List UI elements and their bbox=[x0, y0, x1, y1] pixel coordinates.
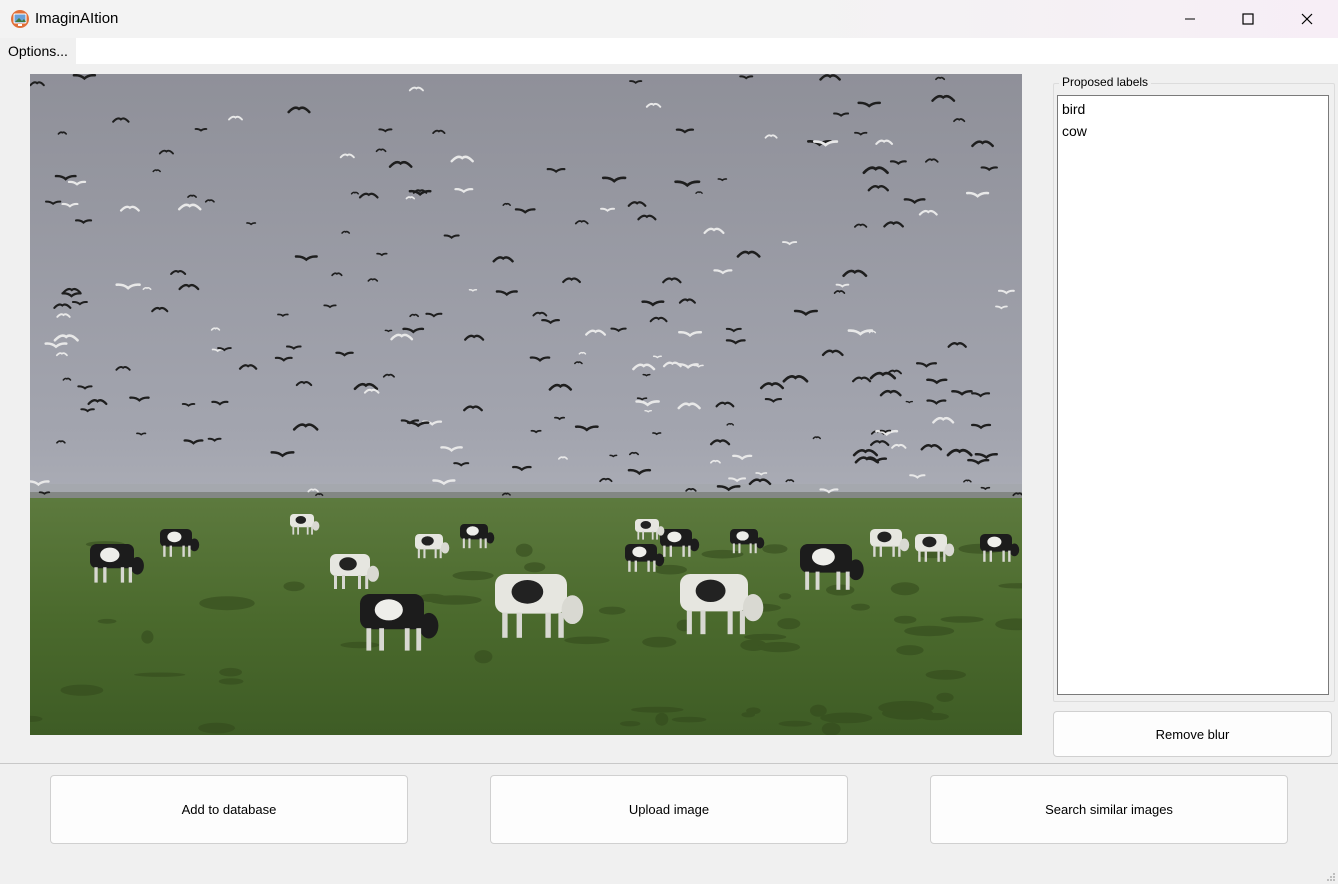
options-menu[interactable]: Options... bbox=[0, 38, 76, 64]
list-item[interactable]: bird bbox=[1062, 101, 1085, 117]
title-bar: ImaginAItion bbox=[0, 0, 1338, 38]
list-item[interactable]: cow bbox=[1062, 123, 1087, 139]
separator bbox=[0, 763, 1338, 764]
labels-group-title: Proposed labels bbox=[1059, 75, 1152, 89]
maximize-icon bbox=[1242, 13, 1254, 25]
search-similar-images-button[interactable]: Search similar images bbox=[930, 775, 1288, 844]
close-button[interactable] bbox=[1278, 0, 1336, 38]
image-preview bbox=[30, 74, 1022, 735]
menu-bar: Options... bbox=[0, 38, 1338, 64]
minimize-button[interactable] bbox=[1161, 0, 1219, 38]
resize-grip-icon[interactable] bbox=[1326, 872, 1336, 882]
remove-blur-button[interactable]: Remove blur bbox=[1053, 711, 1332, 757]
add-to-database-button[interactable]: Add to database bbox=[50, 775, 408, 844]
app-icon bbox=[11, 10, 29, 28]
minimize-icon bbox=[1185, 18, 1195, 20]
labels-list[interactable]: bird cow bbox=[1057, 95, 1329, 695]
window-title: ImaginAItion bbox=[35, 10, 119, 27]
maximize-button[interactable] bbox=[1219, 0, 1277, 38]
upload-image-button[interactable]: Upload image bbox=[490, 775, 848, 844]
close-icon bbox=[1301, 13, 1313, 25]
